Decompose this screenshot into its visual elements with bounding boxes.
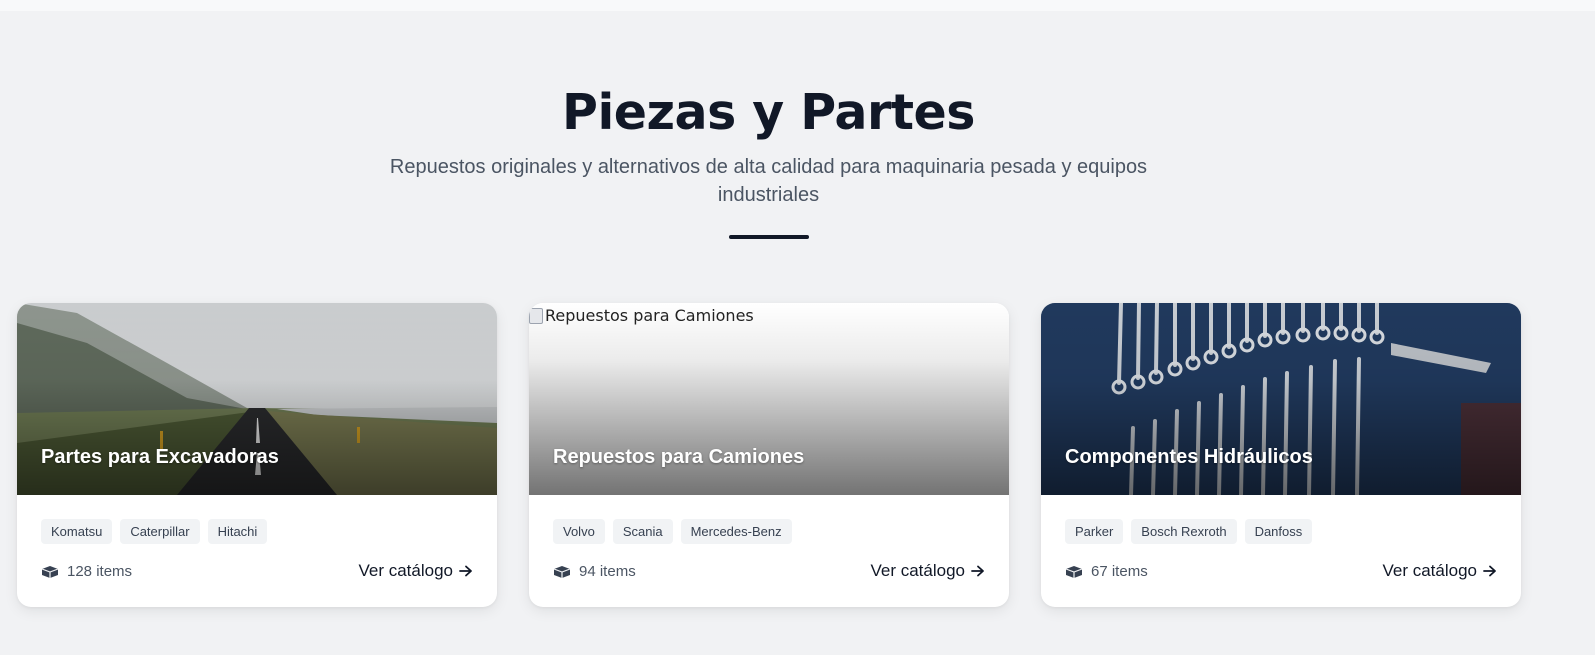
view-catalog-label: Ver catálogo [1382,561,1477,580]
title-divider [729,235,809,239]
brand-tag: Danfoss [1244,519,1313,544]
arrow-right-icon [971,565,984,577]
card-footer: 128 items Ver catálogo [41,561,473,581]
brand-tag: Parker [1065,519,1124,544]
card-title: Componentes Hidráulicos [1065,446,1313,468]
view-catalog-link[interactable]: Ver catálogo [870,561,985,581]
section-subtitle: Repuestos originales y alternativos de a… [389,156,1148,206]
boxes-icon [41,566,59,578]
category-card-excavadoras[interactable]: Partes para Excavadoras Komatsu Caterpil… [17,303,497,607]
brand-tag: Mercedes-Benz [680,519,792,544]
top-bar [0,0,1595,11]
brand-tags: Parker Bosch Rexroth Danfoss [1065,519,1313,544]
brand-tag: Scania [612,519,673,544]
brand-tags: Volvo Scania Mercedes-Benz [553,519,792,544]
boxes-icon [1065,566,1083,578]
view-catalog-link[interactable]: Ver catálogo [1382,561,1497,581]
card-title: Repuestos para Camiones [553,446,805,468]
card-footer: 94 items Ver catálogo [553,561,985,581]
card-image: Componentes Hidráulicos [1041,303,1521,495]
arrow-right-icon [459,565,472,577]
brand-tag: Caterpillar [120,519,200,544]
brand-tag: Volvo [553,519,605,544]
brand-tags: Komatsu Caterpillar Hitachi [41,519,268,544]
view-catalog-link[interactable]: Ver catálogo [358,561,473,581]
brand-tag: Bosch Rexroth [1131,519,1237,544]
card-image: Repuestos para Camiones Repuestos para C… [529,303,1009,495]
category-card-hidraulicos[interactable]: Componentes Hidráulicos Parker Bosch Rex… [1041,303,1521,607]
boxes-icon [553,566,571,578]
card-title: Partes para Excavadoras [41,446,279,468]
card-footer: 67 items Ver catálogo [1065,561,1497,581]
item-count: 94 items [553,563,636,580]
item-count-label: 94 items [579,562,636,580]
image-alt-text: Repuestos para Camiones [529,306,754,325]
section-title: Piezas y Partes [562,84,975,141]
view-catalog-label: Ver catálogo [358,561,453,580]
arrow-right-icon [1483,565,1496,577]
item-count: 128 items [41,563,132,580]
brand-tag: Hitachi [207,519,268,544]
item-count-label: 128 items [67,562,133,580]
item-count: 67 items [1065,563,1148,580]
card-image: Partes para Excavadoras [17,303,497,495]
broken-image-icon [529,307,543,324]
category-card-camiones[interactable]: Repuestos para Camiones Repuestos para C… [529,303,1009,607]
section-header: Piezas y Partes Repuestos originales y a… [0,83,1537,209]
brand-tag: Komatsu [41,519,113,544]
item-count-label: 67 items [1091,562,1148,580]
view-catalog-label: Ver catálogo [870,561,965,580]
